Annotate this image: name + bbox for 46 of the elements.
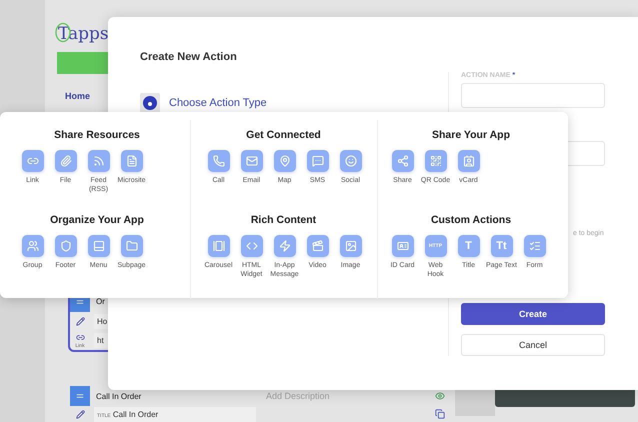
eye-icon[interactable] [435,391,445,401]
pencil-icon[interactable] [76,410,84,418]
row-title: Call In Order [95,390,142,402]
share-icon [396,155,408,167]
action-name-input[interactable] [461,83,605,108]
lightning-icon [278,240,290,252]
row-title: Or [95,296,106,308]
map-pin-icon [278,155,290,167]
dialog-title: Create New Action [140,51,237,63]
qr-code-icon [430,155,442,167]
section-title: Organize Your App [50,214,144,226]
form-icon [528,240,540,252]
section-title: Share Resources [54,129,140,141]
section-title: Rich Content [250,214,316,226]
description-input[interactable]: Add Description [260,389,432,403]
carousel-icon [212,240,224,252]
folder-icon [126,240,138,252]
section-title: Get Connected [246,129,321,141]
glyph-text: T [465,240,472,252]
paperclip-icon [60,155,72,167]
create-button[interactable]: Create [461,303,605,325]
mail-icon [246,155,258,167]
phone-icon [212,155,224,167]
code-icon [246,240,258,252]
drag-handle[interactable] [70,386,90,406]
cancel-button[interactable]: Cancel [461,334,605,356]
clapperboard-icon [312,240,324,252]
choose-action-type-link[interactable]: Choose Action Type [140,93,267,113]
pencil-icon[interactable] [76,317,84,326]
contact-card-icon [462,155,474,167]
section-title: Share Your App [432,129,510,141]
smile-icon [344,155,356,167]
nav-link[interactable]: Home [65,91,90,101]
id-card-icon [396,240,408,252]
document-icon [126,155,138,167]
image-icon [344,240,356,252]
glyph-text: Tt [496,240,507,252]
section-title: Custom Actions [430,214,512,226]
group-icon [26,240,38,252]
rss-icon [92,155,104,167]
link-icon [26,155,38,167]
copy-icon[interactable] [435,409,445,419]
chat-bubble-icon [312,155,324,167]
shield-icon [60,240,72,252]
panel-icon [92,240,104,252]
link-icon [76,332,84,342]
